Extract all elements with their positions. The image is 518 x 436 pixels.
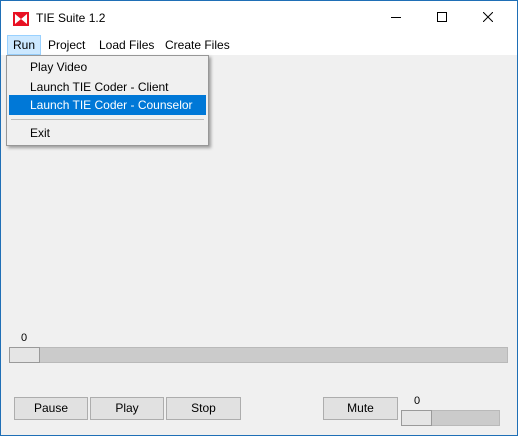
stop-button[interactable]: Stop: [166, 397, 241, 420]
minimize-button[interactable]: [373, 1, 419, 35]
close-button[interactable]: [465, 1, 511, 35]
menu-separator: [11, 119, 204, 120]
position-slider-thumb[interactable]: [9, 347, 40, 363]
volume-value-label: 0: [414, 395, 421, 407]
position-slider-track[interactable]: [9, 347, 508, 363]
position-value-label: 0: [21, 332, 28, 344]
menu-item-exit[interactable]: Exit: [9, 123, 206, 143]
menu-item-launch-coder-counselor[interactable]: Launch TIE Coder - Counselor: [9, 95, 206, 115]
maximize-button[interactable]: [419, 1, 465, 35]
play-button[interactable]: Play: [90, 397, 164, 420]
maximize-icon: [437, 11, 447, 25]
menu-project[interactable]: Project: [43, 36, 90, 54]
run-menu-dropdown: Play Video Launch TIE Coder - Client Lau…: [6, 55, 209, 146]
close-icon: [482, 11, 494, 25]
menu-item-launch-coder-client[interactable]: Launch TIE Coder - Client: [9, 77, 206, 97]
pause-button[interactable]: Pause: [14, 397, 88, 420]
bowtie-app-icon: [13, 12, 29, 26]
window-title: TIE Suite 1.2: [36, 11, 106, 25]
menu-bar: Run Project Load Files Create Files: [1, 35, 517, 55]
minimize-icon: [391, 11, 401, 25]
menu-create-files[interactable]: Create Files: [160, 36, 235, 54]
volume-slider-thumb[interactable]: [401, 410, 432, 426]
mute-button[interactable]: Mute: [323, 397, 398, 420]
menu-item-play-video[interactable]: Play Video: [9, 57, 206, 77]
menu-load-files[interactable]: Load Files: [94, 36, 159, 54]
menu-run[interactable]: Run: [7, 35, 42, 55]
title-bar[interactable]: TIE Suite 1.2: [1, 1, 517, 35]
